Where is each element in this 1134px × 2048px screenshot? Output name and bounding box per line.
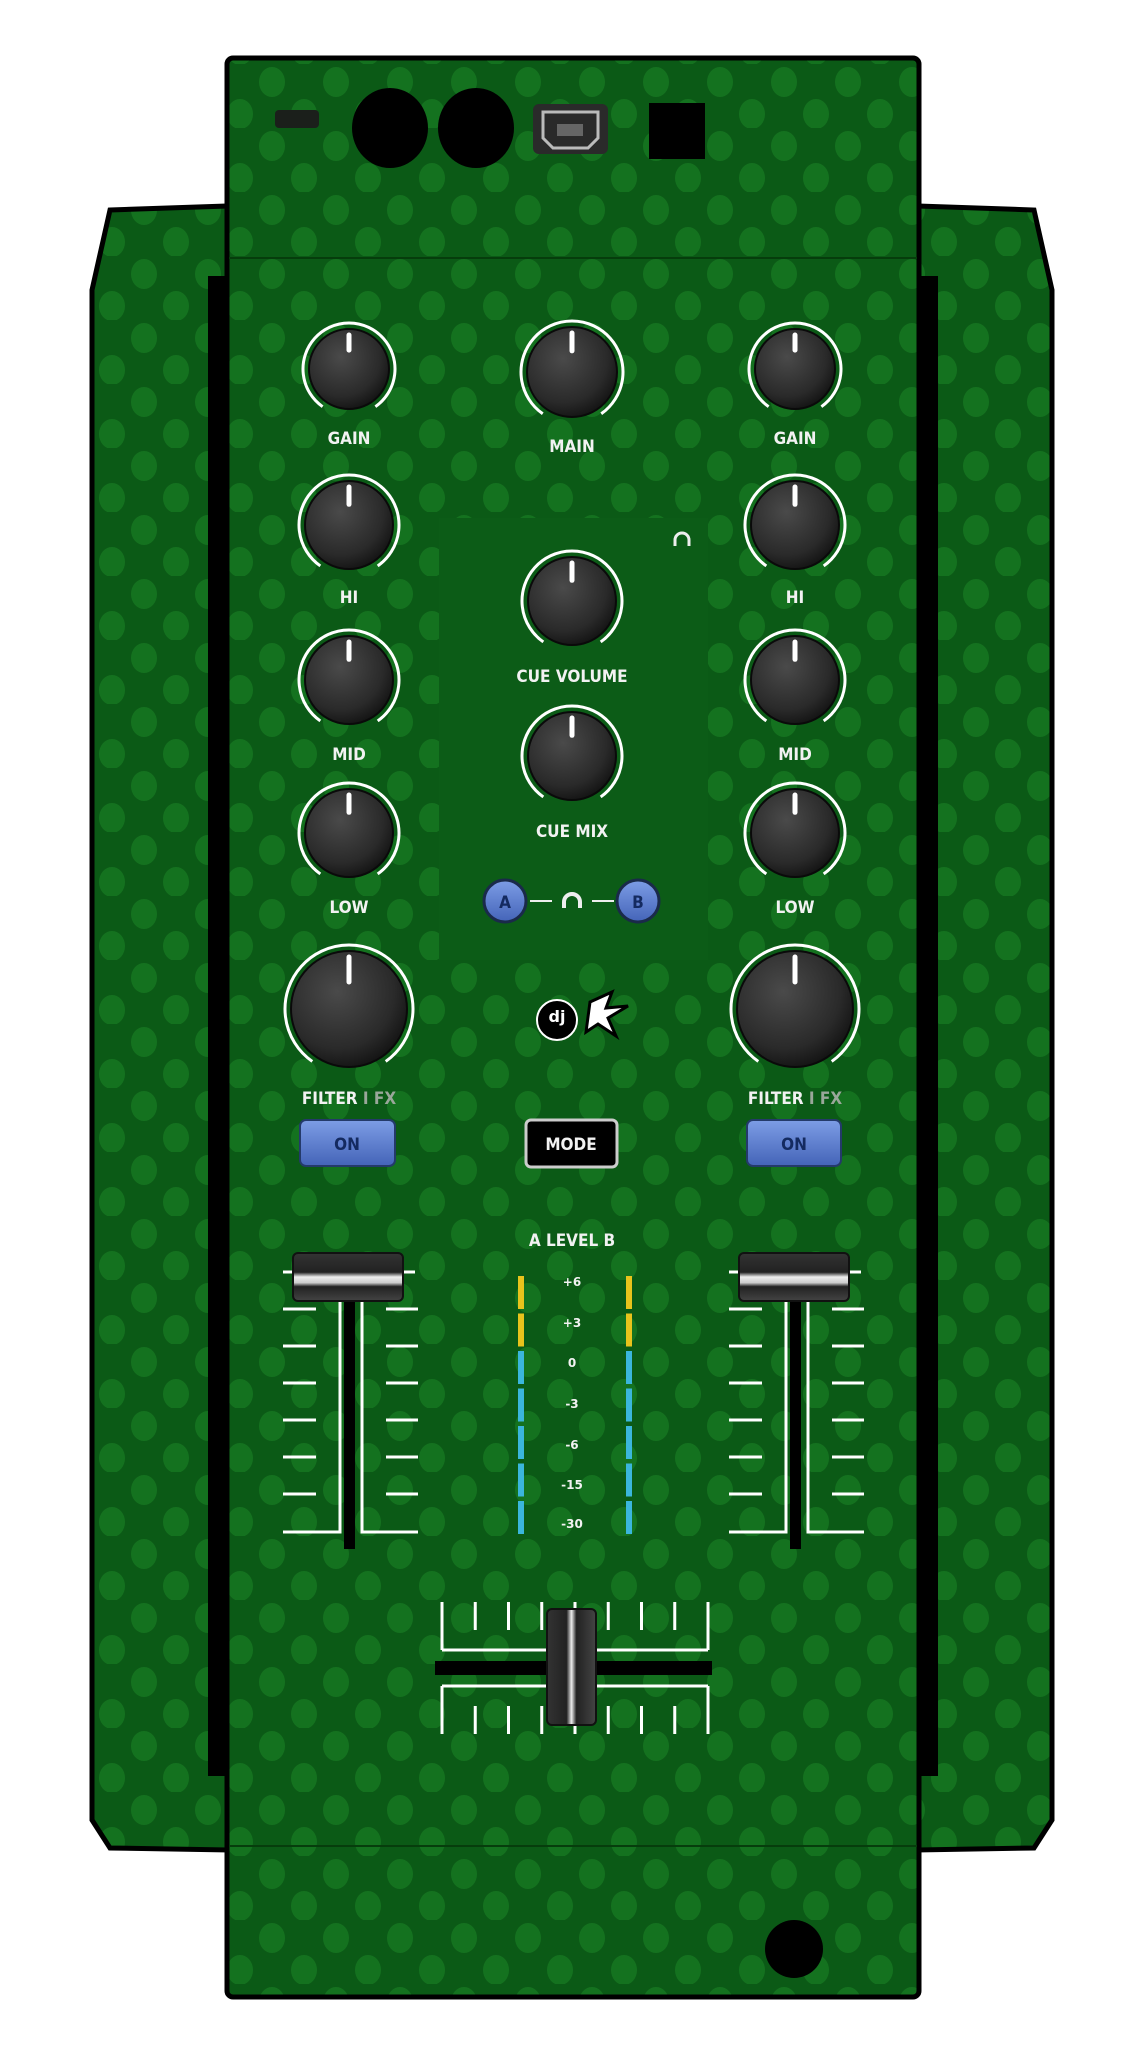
meter-a-segment xyxy=(518,1426,524,1459)
filter-text: FILTER xyxy=(748,1089,804,1109)
mode-button[interactable]: MODE xyxy=(524,1118,619,1169)
filter-fx-right-label: FILTER I FX xyxy=(748,1089,843,1109)
meter-a-segment xyxy=(518,1313,524,1347)
meter-b-segment xyxy=(626,1501,632,1534)
cue-a-button[interactable]: A xyxy=(482,878,528,924)
meter-b-segment xyxy=(626,1313,632,1347)
meter-a-segment xyxy=(518,1388,524,1422)
meter-a-segment xyxy=(518,1463,524,1497)
mid-right-label: MID xyxy=(778,745,812,765)
jack-hole-right xyxy=(438,88,514,168)
meter-b-segment xyxy=(626,1276,632,1309)
power-socket xyxy=(649,103,705,159)
low-right-label: LOW xyxy=(775,898,814,918)
meter-a-segment xyxy=(518,1351,524,1384)
bottom-hole xyxy=(765,1920,823,1978)
separator-text: I xyxy=(809,1089,815,1109)
cue-volume-label: CUE VOLUME xyxy=(516,667,627,687)
fader-cap[interactable] xyxy=(292,1252,404,1302)
left-wing xyxy=(89,203,231,1853)
meter-scale-label: 0 xyxy=(568,1356,576,1370)
meter-b-segment xyxy=(626,1388,632,1422)
separator-text: I xyxy=(363,1089,369,1109)
hi-right-label: HI xyxy=(786,588,805,608)
on-right-label: ON xyxy=(781,1135,807,1155)
mode-label: MODE xyxy=(545,1135,596,1155)
meter-scale-label: -3 xyxy=(565,1397,578,1411)
svg-text:dj: dj xyxy=(549,1007,566,1026)
cue-b-label: B xyxy=(632,893,644,913)
filter-fx-left-label: FILTER I FX xyxy=(302,1089,397,1109)
on-left-label: ON xyxy=(334,1135,360,1155)
cue-mix-label: CUE MIX xyxy=(536,822,608,842)
cue-b-button[interactable]: B xyxy=(615,878,661,924)
led-slot xyxy=(275,110,319,128)
filter-on-right-button[interactable]: ON xyxy=(746,1119,842,1167)
meter-scale-label: +3 xyxy=(563,1316,581,1330)
low-left-label: LOW xyxy=(329,898,368,918)
gain-left-label: GAIN xyxy=(328,429,371,449)
fader-track xyxy=(790,1301,801,1549)
meter-b-segment xyxy=(626,1463,632,1497)
meter-scale-label: -6 xyxy=(565,1438,578,1452)
fx-text: FX xyxy=(820,1089,842,1109)
usb-port-icon xyxy=(533,104,608,154)
level-meter-title: A LEVEL B xyxy=(529,1231,615,1251)
meter-b-segment xyxy=(626,1351,632,1384)
crossfader-cap[interactable] xyxy=(546,1608,597,1726)
right-wing xyxy=(915,203,1055,1853)
meter-b-segment xyxy=(626,1426,632,1459)
meter-scale-label: -15 xyxy=(561,1478,583,1492)
fader-cap[interactable] xyxy=(738,1252,850,1302)
fx-text: FX xyxy=(374,1089,396,1109)
mid-left-label: MID xyxy=(332,745,366,765)
filter-on-left-button[interactable]: ON xyxy=(299,1119,396,1167)
fader-track xyxy=(344,1301,355,1549)
gain-right-label: GAIN xyxy=(774,429,817,449)
meter-scale-label: +6 xyxy=(563,1275,581,1289)
meter-a-segment xyxy=(518,1501,524,1534)
meter-a-segment xyxy=(518,1276,524,1309)
meter-scale-label: -30 xyxy=(561,1517,583,1531)
mixer-skin: GAIN MAIN GAIN HI HI MID MID LOW LOW CUE… xyxy=(89,55,1055,2000)
cue-a-label: A xyxy=(499,893,511,913)
filter-text: FILTER xyxy=(302,1089,358,1109)
jack-hole-left xyxy=(352,88,428,168)
main-label: MAIN xyxy=(549,437,595,457)
hi-left-label: HI xyxy=(340,588,359,608)
